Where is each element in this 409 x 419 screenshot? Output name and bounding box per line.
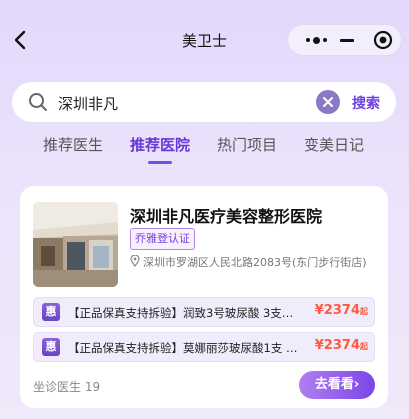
minimize-icon[interactable]: [336, 25, 358, 55]
search-input[interactable]: 深圳非凡: [58, 93, 118, 114]
active-tab-indicator: [148, 161, 172, 164]
hospital-photo: [33, 202, 118, 287]
category-tabs: 推荐医生 推荐医院 热门项目 变美日记: [0, 134, 409, 166]
tab-recommended-hospitals[interactable]: 推荐医院: [130, 134, 190, 155]
service-item[interactable]: 惠 【正品保真支持拆验】润致3号玻尿酸 3支玻尿酸 ¥2374起: [33, 297, 375, 327]
view-hospital-button[interactable]: 去看看›: [299, 371, 375, 399]
hospital-card[interactable]: 深圳非凡医疗美容整形医院 乔雅登认证 深圳市罗湖区人民北路2083号(东门步行街…: [20, 186, 388, 408]
doctor-count: 坐诊医生 19: [33, 380, 101, 394]
service-item[interactable]: 惠 【正品保真支持拆验】莫娜丽莎玻尿酸1支 1ml ¥2374起: [33, 332, 375, 362]
hospital-address: 深圳市罗湖区人民北路2083号(东门步行街店): [130, 254, 380, 270]
discount-tag: 惠: [42, 338, 60, 356]
address-text: 深圳市罗湖区人民北路2083号(东门步行街店): [143, 256, 367, 269]
close-target-icon[interactable]: [368, 25, 398, 55]
certification-badge: 乔雅登认证: [130, 228, 195, 250]
service-title: 【正品保真支持拆验】莫娜丽莎玻尿酸1支 1ml: [68, 341, 302, 355]
location-pin-icon: [130, 254, 140, 270]
hospital-name: 深圳非凡医疗美容整形医院: [130, 207, 323, 226]
tab-beauty-diary[interactable]: 变美日记: [304, 134, 364, 155]
top-nav: 美卫士: [0, 0, 409, 78]
tab-hot-projects[interactable]: 热门项目: [217, 134, 277, 155]
mini-program-capsule: [287, 24, 402, 56]
search-bar: 深圳非凡 搜索: [12, 82, 396, 122]
more-dots-icon[interactable]: [296, 25, 336, 55]
service-title: 【正品保真支持拆验】润致3号玻尿酸 3支玻尿酸: [68, 306, 302, 320]
service-price: ¥2374起: [314, 303, 368, 318]
tab-recommended-doctors[interactable]: 推荐医生: [43, 134, 103, 155]
search-button[interactable]: 搜索: [352, 93, 380, 113]
search-icon: [28, 92, 48, 112]
service-price: ¥2374起: [314, 338, 368, 353]
clear-icon[interactable]: [316, 90, 340, 114]
discount-tag: 惠: [42, 303, 60, 321]
